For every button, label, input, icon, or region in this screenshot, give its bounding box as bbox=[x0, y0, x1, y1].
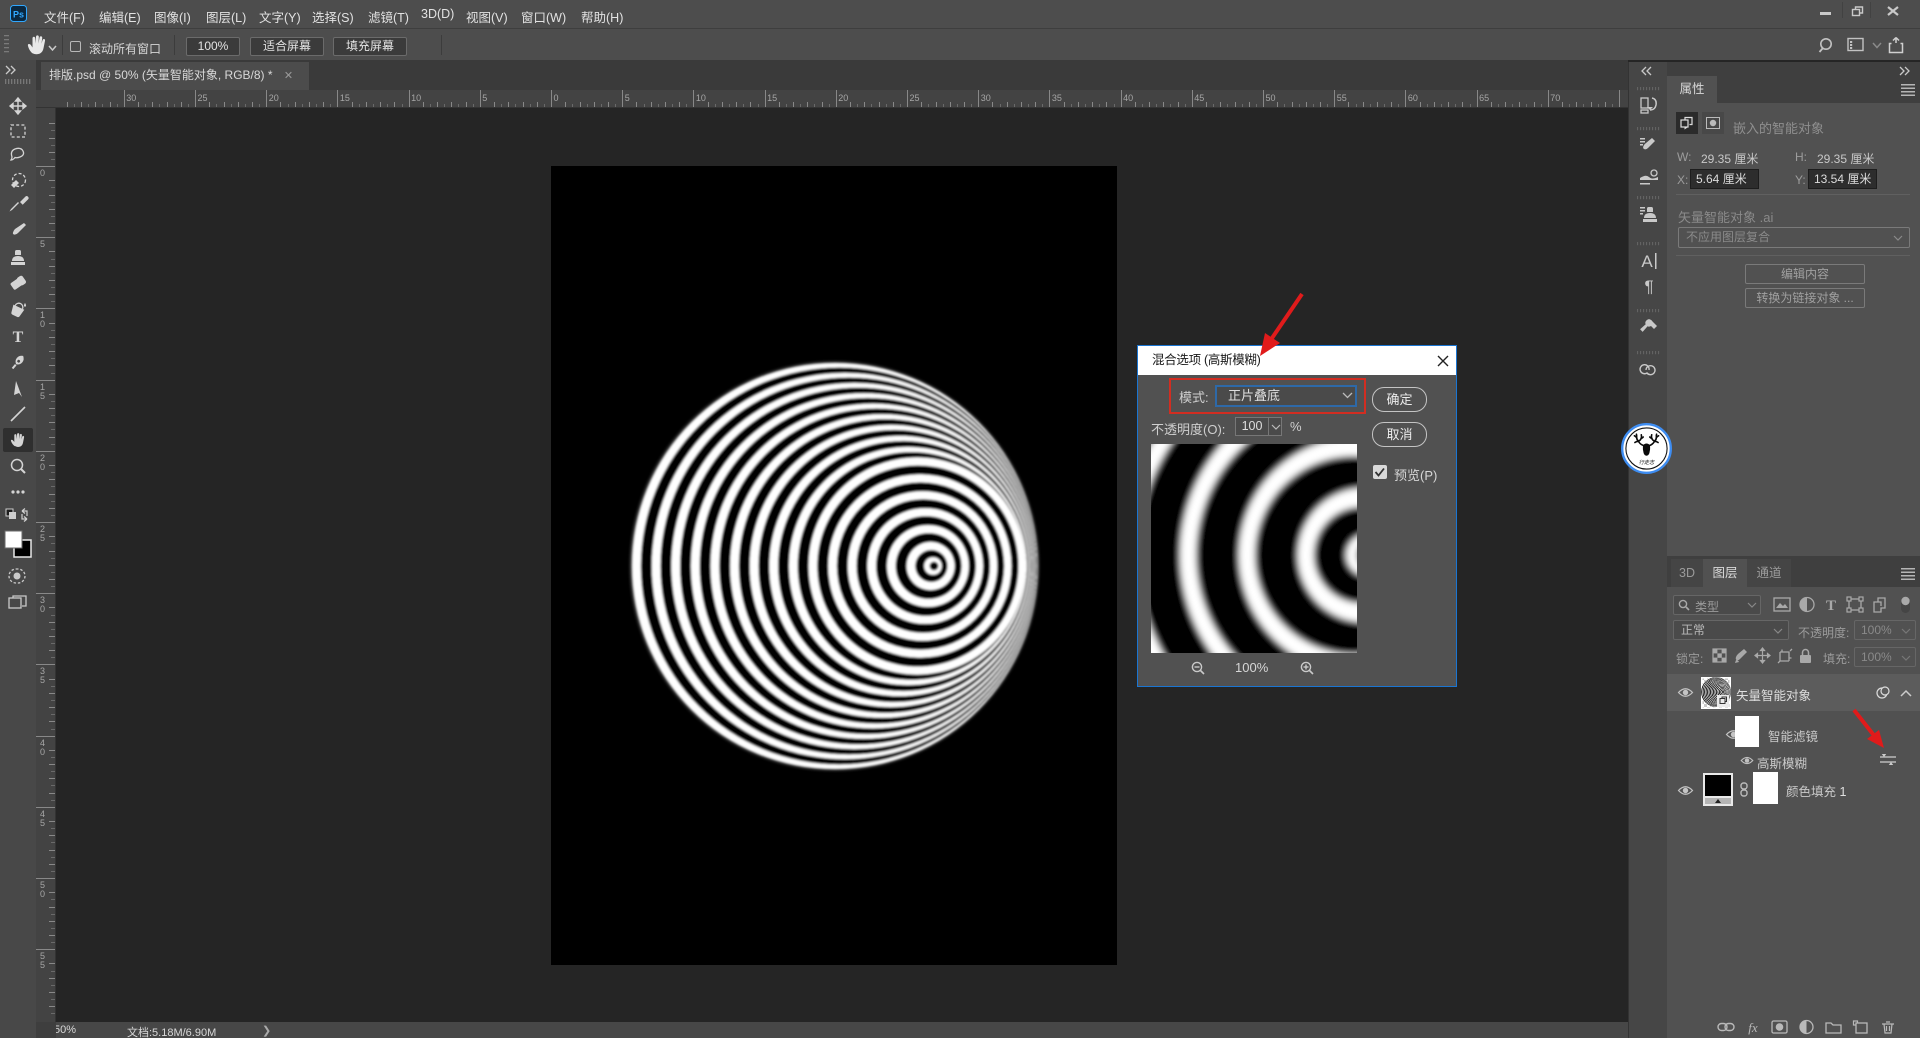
svg-text:fx: fx bbox=[1748, 1020, 1758, 1035]
svg-text:行走志: 行走志 bbox=[1639, 459, 1655, 466]
svg-text:¶: ¶ bbox=[1644, 277, 1653, 296]
svg-text:T: T bbox=[1826, 598, 1836, 614]
svg-text:Ps: Ps bbox=[13, 10, 24, 20]
svg-text:T: T bbox=[13, 329, 24, 346]
svg-text:A: A bbox=[1641, 252, 1653, 271]
